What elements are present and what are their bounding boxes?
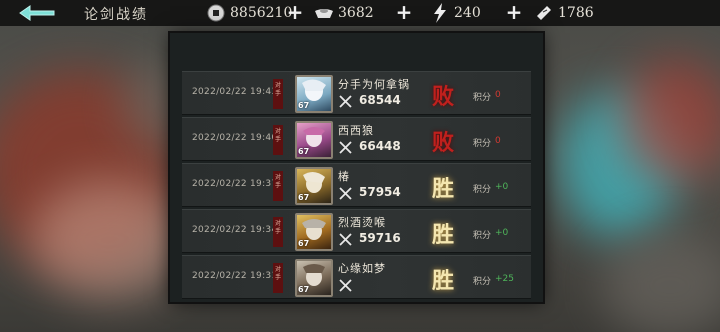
- opponent-seal: 对手: [273, 263, 283, 293]
- add-energy-button[interactable]: +: [505, 2, 523, 22]
- record-date: 2022/02/22 19:37: [192, 179, 278, 189]
- top-bar: 论剑战绩 8856210 + 3682 + 240 + 1786: [0, 0, 720, 26]
- energy-counter: 240: [430, 3, 481, 23]
- ingot-counter: 3682: [314, 3, 374, 23]
- score-label: 积分: [473, 231, 492, 241]
- avatar-level: 67: [298, 101, 310, 110]
- ingot-value: 3682: [338, 5, 374, 21]
- energy-value: 240: [454, 5, 481, 21]
- page-title: 论剑战绩: [84, 7, 148, 23]
- record-row[interactable]: 2022/02/22 19:43 对手 67 分手为何拿锅 68544 败 积分…: [182, 71, 531, 115]
- opponent-avatar[interactable]: 67: [295, 121, 333, 159]
- avatar-level: 67: [298, 193, 310, 202]
- opponent-seal: 对手: [273, 217, 283, 247]
- opponent-name: 烈酒烫喉: [338, 216, 386, 229]
- opponent-power: 68544: [359, 93, 401, 107]
- opponent-avatar[interactable]: 67: [295, 213, 333, 251]
- score-label: 积分: [473, 185, 492, 195]
- opponent-seal: 对手: [273, 125, 283, 155]
- score-value: +0: [495, 182, 509, 192]
- result-win: 胜: [432, 176, 455, 202]
- opponent-power: 57954: [359, 185, 401, 199]
- crossed-swords-icon: [339, 141, 352, 154]
- coin-counter: 8856210: [206, 3, 292, 23]
- score-value: 0: [495, 136, 501, 146]
- score-value: +25: [495, 274, 514, 284]
- result-lose: 败: [432, 130, 455, 156]
- opponent-name: 椿: [338, 170, 350, 183]
- result-lose: 败: [432, 84, 455, 110]
- energy-icon: [430, 3, 450, 23]
- coin-icon: [206, 3, 226, 23]
- back-button[interactable]: [14, 3, 60, 23]
- score-value: +0: [495, 228, 509, 238]
- add-ingot-button[interactable]: +: [395, 2, 413, 22]
- crossed-swords-icon: [339, 279, 352, 292]
- result-win: 胜: [432, 222, 455, 248]
- ingot-icon: [314, 3, 334, 23]
- add-coin-button[interactable]: +: [286, 2, 304, 22]
- ticket-icon: [534, 3, 554, 23]
- score-label: 积分: [473, 139, 492, 149]
- ticket-counter: 1786: [534, 3, 594, 23]
- score-label: 积分: [473, 277, 492, 287]
- crossed-swords-icon: [339, 187, 352, 200]
- result-win: 胜: [432, 268, 455, 294]
- battle-record-panel: 2022/02/22 19:43 对手 67 分手为何拿锅 68544 败 积分…: [160, 27, 553, 308]
- avatar-level: 67: [298, 239, 310, 248]
- crossed-swords-icon: [339, 95, 352, 108]
- avatar-level: 67: [298, 147, 310, 156]
- opponent-name: 西西狼: [338, 124, 374, 137]
- record-row[interactable]: 2022/02/22 19:37 对手 67 椿 57954 胜 积分 +0: [182, 163, 531, 207]
- record-list[interactable]: 2022/02/22 19:43 对手 67 分手为何拿锅 68544 败 积分…: [182, 71, 531, 319]
- opponent-seal: 对手: [273, 171, 283, 201]
- crossed-swords-icon: [339, 233, 352, 246]
- record-date: 2022/02/22 19:40: [192, 133, 278, 143]
- score-value: 0: [495, 90, 501, 100]
- opponent-name: 分手为何拿锅: [338, 78, 410, 91]
- record-date: 2022/02/22 19:34: [192, 225, 278, 235]
- back-arrow-icon: [19, 5, 55, 21]
- record-row[interactable]: 2022/02/22 19:40 对手 67 西西狼 66448 败 积分 0: [182, 117, 531, 161]
- opponent-power: 66448: [359, 139, 401, 153]
- opponent-avatar[interactable]: 67: [295, 75, 333, 113]
- record-date: 2022/02/22 19:43: [192, 87, 278, 97]
- avatar-level: 67: [298, 285, 310, 294]
- opponent-name: 心缘如梦: [338, 262, 386, 275]
- opponent-avatar[interactable]: 67: [295, 167, 333, 205]
- record-date: 2022/02/22 19:31: [192, 271, 278, 281]
- ticket-value: 1786: [558, 5, 594, 21]
- opponent-avatar[interactable]: 67: [295, 259, 333, 297]
- score-label: 积分: [473, 93, 492, 103]
- opponent-power: 59716: [359, 231, 401, 245]
- record-row[interactable]: 2022/02/22 19:31 对手 67 心缘如梦 胜 积分 +25: [182, 255, 531, 299]
- coin-value: 8856210: [230, 5, 293, 21]
- record-row[interactable]: 2022/02/22 19:34 对手 67 烈酒烫喉 59716 胜 积分 +…: [182, 209, 531, 253]
- opponent-seal: 对手: [273, 79, 283, 109]
